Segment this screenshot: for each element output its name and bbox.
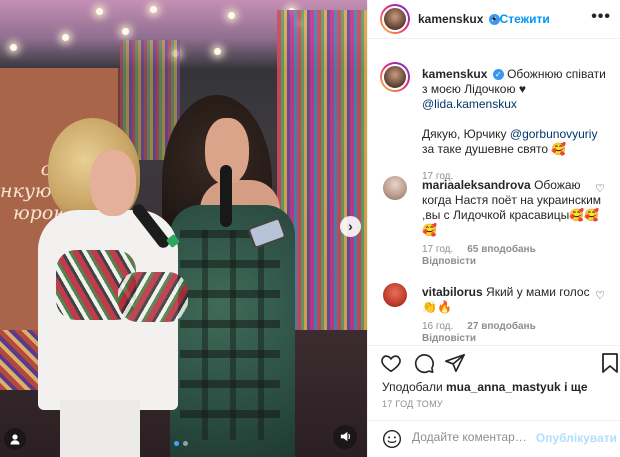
heart-icon[interactable]: ♡ [595,182,605,195]
post-timestamp[interactable]: 17 ГОД ТОМУ [382,399,443,409]
add-comment-bar: Опублікувати [368,420,620,457]
comment-meta: 17 год. 65 вподобань [422,244,536,255]
comments-list: kamenskux ✓ Обожнюю співати з моєю Лідоч… [368,40,620,344]
post-sidebar: kamenskux ✓ • Стежити ••• kamenskux ✓ Об… [367,0,620,457]
carousel-dot [174,441,179,446]
light-bulb [214,48,221,55]
singer-left-face [90,150,136,216]
heart-icon[interactable]: ♡ [595,289,605,302]
bookmark-icon[interactable] [601,352,619,379]
follow-label[interactable]: Стежити [500,12,550,26]
person-icon[interactable] [4,428,26,450]
comment-meta: 16 год. 27 вподобань [422,321,536,332]
follow-button[interactable]: • Стежити [492,12,550,26]
light-bulb [122,28,129,35]
separator-dot: • [492,12,497,26]
avatar[interactable] [380,4,410,34]
carousel-dots [174,441,188,446]
mention-link[interactable]: @gorbunovyuriy [510,127,598,141]
avatar[interactable] [383,176,407,200]
heart-icon[interactable] [380,352,402,379]
emoji-icon[interactable] [382,429,402,454]
comment-input[interactable] [412,430,542,444]
publish-button[interactable]: Опублікувати [536,431,617,445]
caption-body: за таке душевне свято 🥰 [422,142,567,156]
reply-button[interactable]: Відповісти [422,256,476,267]
comment-username[interactable]: mariaaleksandrova [422,178,531,192]
comment-username[interactable]: vitabilorus [422,285,483,299]
light-bulb [228,12,235,19]
header-username[interactable]: kamenskux ✓ [418,12,500,26]
liked-by-more[interactable]: і ще [564,380,587,394]
share-icon[interactable] [444,352,466,379]
liked-by-label: Уподобали [382,380,443,394]
action-bar [368,345,620,380]
light-bulb [10,44,17,51]
light-bulb [96,8,103,15]
reply-button[interactable]: Відповісти [422,333,476,344]
comment-text: mariaaleksandrova Обожаю когда Настя поё… [422,178,602,238]
microphone [220,165,232,227]
post-header: kamenskux ✓ • Стежити ••• [368,0,620,39]
liked-by: Уподобали mua_anna_mastyuk і ще [382,380,588,394]
light-bulb [150,6,157,13]
speaker-icon[interactable] [333,425,357,449]
username-text[interactable]: kamenskux [418,12,483,26]
caption-username[interactable]: kamenskux [422,67,487,81]
comment-likes[interactable]: 27 вподобань [467,321,535,332]
post-media[interactable]: сні нкують юрою › [0,0,367,457]
comment-time[interactable]: 16 год. [422,321,453,332]
avatar[interactable] [380,62,410,92]
comment-time[interactable]: 17 год. [422,244,453,255]
caption-body: Дякую, Юрчику [422,127,507,141]
singer-left-trousers [60,400,140,457]
embroidery [118,272,188,322]
mention-link[interactable]: @lida.kamenskux [422,97,517,111]
light-bulb [62,34,69,41]
comment-icon[interactable] [413,352,435,379]
carousel-dot [183,441,188,446]
dress-pattern [180,230,280,440]
caption-text: kamenskux ✓ Обожнюю співати з моєю Лідоч… [422,67,612,157]
more-options-icon[interactable]: ••• [591,8,611,26]
avatar[interactable] [383,283,407,307]
comment-text: vitabilorus Який у мами голос 👏🔥 [422,285,602,315]
comment-likes[interactable]: 65 вподобань [467,244,535,255]
chevron-right-icon[interactable]: › [340,216,361,237]
verified-icon: ✓ [492,69,504,81]
liked-by-user[interactable]: mua_anna_mastyuk [446,380,561,394]
